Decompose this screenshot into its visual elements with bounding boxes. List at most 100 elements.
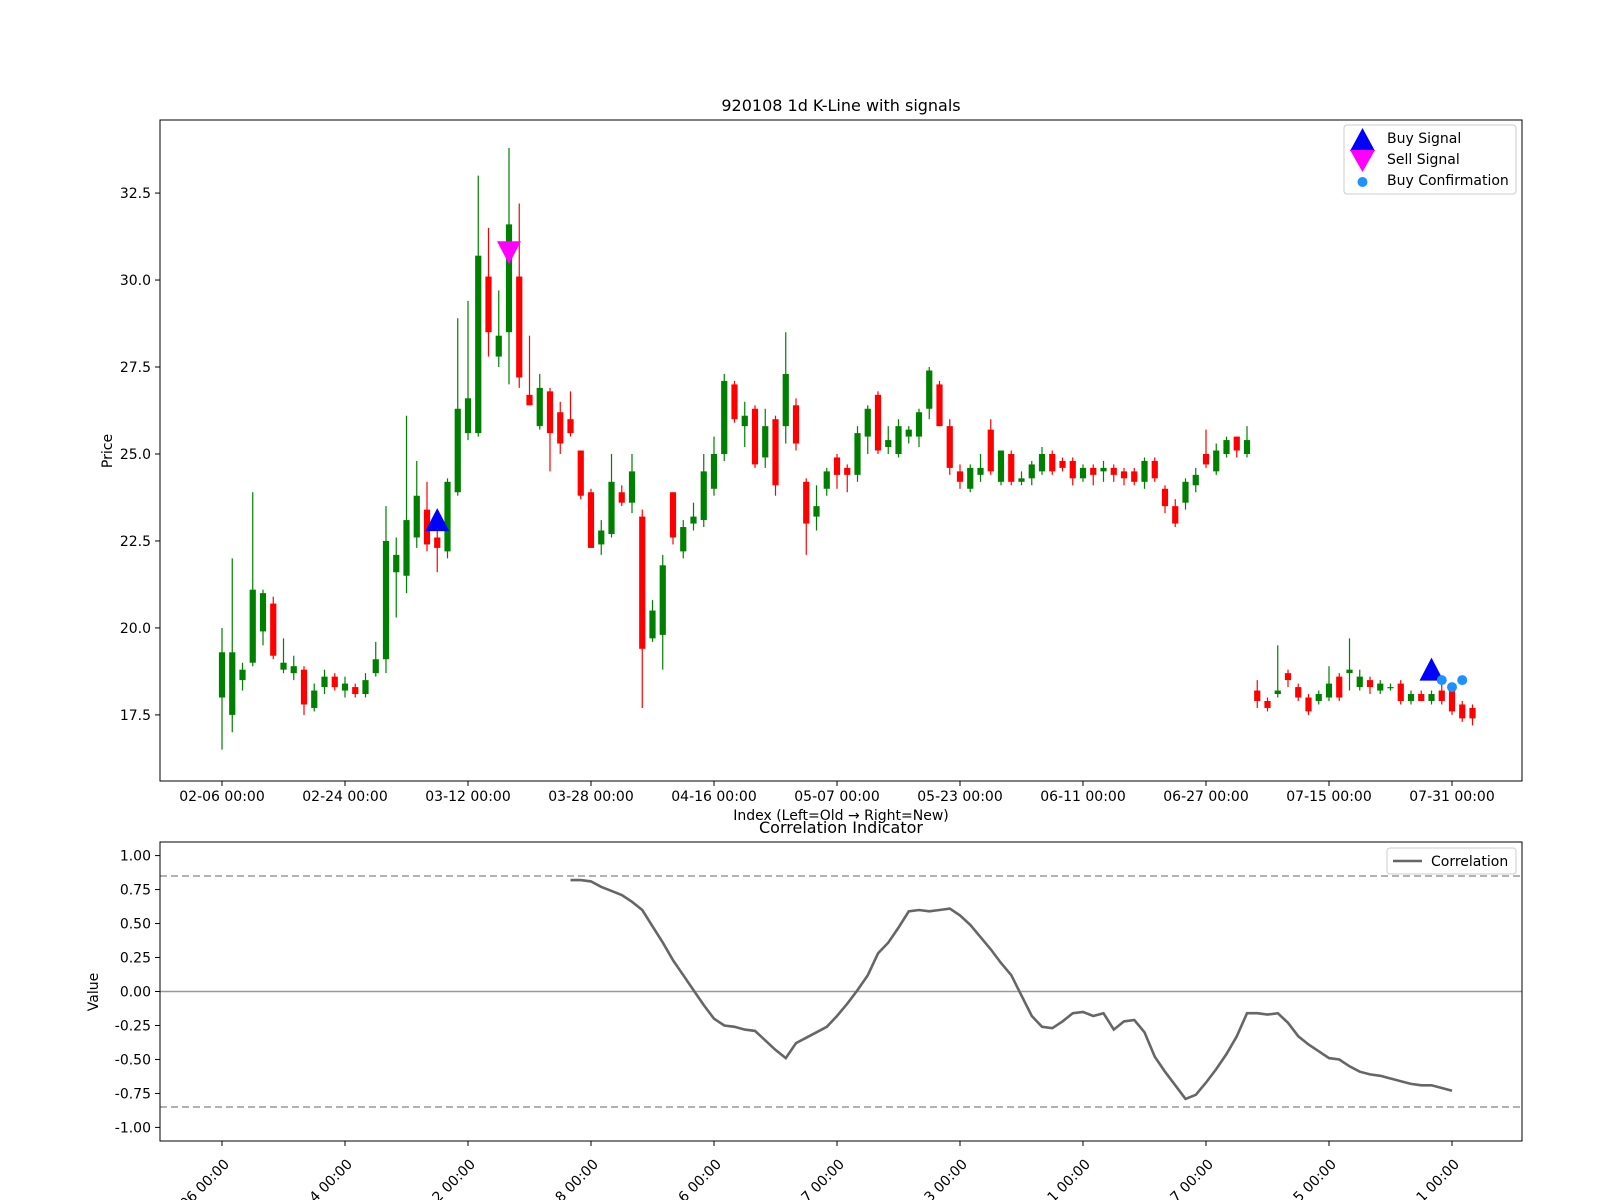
candle-body [495, 335, 502, 357]
kline-ytick-label: 30.0 [120, 273, 151, 289]
candle-body [772, 419, 779, 486]
candle-body [577, 450, 584, 496]
candle-body [608, 481, 615, 534]
correlation-xtick-label: 5 00:00 [1291, 1157, 1340, 1200]
candle-body [1192, 474, 1199, 486]
candle-body [1028, 464, 1035, 479]
kline-ytick-label: 25.0 [120, 447, 151, 463]
candle-body [700, 471, 707, 521]
candle-body [1295, 687, 1302, 698]
kline-ytick-label: 20.0 [120, 621, 151, 637]
candle-body [1213, 450, 1220, 472]
kline-xtick-label: 05-07 00:00 [794, 789, 879, 805]
correlation-xtick-label: 6 00:00 [676, 1157, 725, 1200]
candle-body [1100, 467, 1107, 472]
candle-body [475, 255, 482, 434]
correlation-ytick-label: 1.00 [120, 849, 151, 865]
kline-xtick-label: 04-16 00:00 [671, 789, 756, 805]
candle-body [833, 457, 841, 475]
correlation-xtick-label: 7 00:00 [799, 1157, 848, 1200]
candle-body [557, 412, 564, 444]
candle-body [1325, 683, 1333, 698]
candle-body [403, 520, 410, 576]
kline-xtick-label: 02-06 00:00 [179, 789, 264, 805]
candle-body [587, 492, 595, 548]
kline-ytick-label: 32.5 [120, 186, 151, 202]
candle-body [915, 412, 923, 437]
kline-legend: Buy Signal Sell Signal Buy Confirmation [1343, 124, 1517, 195]
candle-body [341, 683, 349, 691]
candle-body [823, 471, 830, 489]
candle-body [803, 481, 810, 524]
candle-body [454, 408, 461, 493]
kline-ytick-label: 17.5 [120, 708, 151, 724]
candle-body [751, 408, 759, 465]
candle-body [567, 419, 574, 434]
candle-body [485, 276, 492, 333]
buy-confirmation-marker [1457, 675, 1468, 686]
candle-body [393, 554, 400, 573]
candle-body [1008, 453, 1015, 482]
candle-body [1407, 694, 1415, 701]
kline-ylabel: Price [100, 434, 116, 468]
candle-body [895, 426, 902, 454]
candle-body [413, 495, 420, 538]
candle-body [300, 669, 308, 705]
candle-body [987, 429, 994, 472]
correlation-ylabel: Value [86, 973, 102, 1011]
candle-body [690, 516, 697, 524]
correlation-ytick-label: 0.75 [120, 883, 151, 899]
candle-body [505, 224, 513, 333]
candle-body [844, 467, 851, 475]
candle-body [598, 530, 605, 545]
candle-body [1336, 676, 1343, 698]
candle-body [659, 565, 666, 635]
candle-body [1264, 700, 1271, 708]
kline-xtick-label: 05-23 00:00 [917, 789, 1002, 805]
candle-body [967, 467, 974, 489]
candle-body [639, 516, 646, 649]
candle-body [710, 453, 718, 489]
kline-xtick-label: 07-15 00:00 [1286, 789, 1371, 805]
candle-body [1387, 687, 1394, 689]
candle-body [1438, 690, 1445, 701]
candle-body [1110, 467, 1117, 475]
candle-body [1090, 467, 1097, 475]
candle-body [1274, 690, 1281, 695]
candle-body [1469, 707, 1476, 719]
buy-confirmation-marker [1447, 682, 1457, 693]
kline-xtick-label: 07-31 00:00 [1409, 789, 1494, 805]
candle-body [885, 440, 892, 448]
candle-body [352, 687, 359, 695]
correlation-xtick-label: 7 00:00 [1168, 1157, 1217, 1200]
candle-body [1315, 694, 1322, 701]
candle-body [239, 669, 246, 681]
correlation-ytick-label: -0.75 [115, 1086, 151, 1102]
candle-body [1069, 460, 1076, 479]
candle-body [1418, 694, 1425, 701]
candles-group [218, 147, 1476, 750]
correlation-xtick-label: 3 00:00 [922, 1157, 971, 1200]
candle-body [926, 370, 933, 409]
candle-body [1049, 453, 1056, 472]
correlation-xtick-label: 2 00:00 [430, 1157, 479, 1200]
legend-correlation-label: Correlation [1431, 854, 1508, 870]
candle-body [1223, 440, 1230, 454]
sell-signal-marker [497, 241, 521, 265]
correlation-ytick-label: 0.00 [120, 985, 151, 1001]
candle-body [311, 690, 318, 708]
chart-figure: 920108 1d K-Line with signals 17.5 20.0 22… [86, 96, 1523, 1200]
candle-body [1172, 506, 1179, 524]
candle-body [331, 676, 338, 688]
candle-body [1254, 690, 1261, 701]
kline-xtick-label: 03-28 00:00 [548, 789, 633, 805]
candle-body [813, 506, 820, 517]
candle-body [280, 662, 287, 670]
candle-body [434, 537, 441, 548]
candle-body [444, 481, 451, 552]
candle-body [1059, 460, 1066, 468]
reference-lines-group [160, 875, 1522, 1108]
buy-confirmation-legend-icon [1357, 177, 1368, 187]
correlation-ytick-label: 0.50 [120, 917, 151, 933]
correlation-ytick-label: -1.00 [115, 1120, 151, 1136]
